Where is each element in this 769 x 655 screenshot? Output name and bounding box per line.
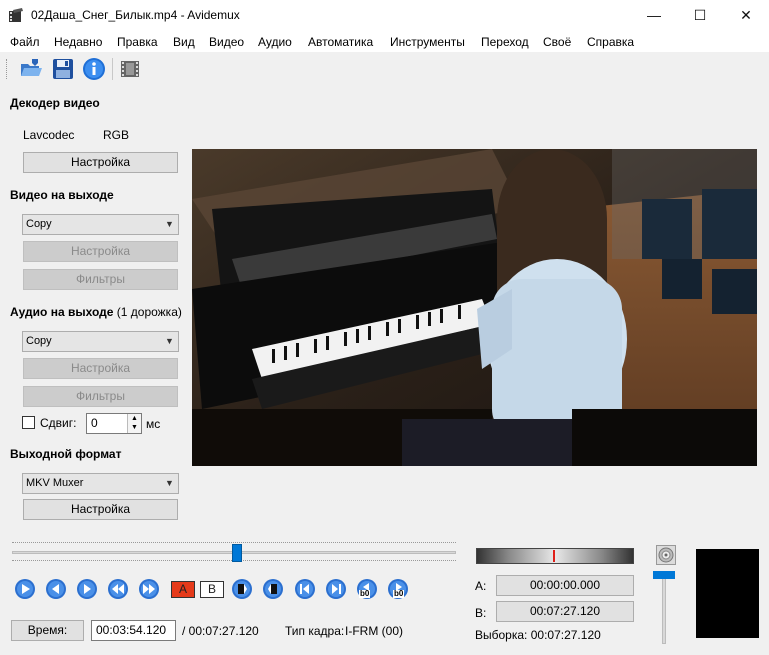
fast-forward-button[interactable] — [138, 578, 160, 600]
audio-config-button[interactable]: Настройка — [23, 358, 178, 379]
video-codec-value: Copy — [26, 218, 52, 230]
prev-cut-point-button[interactable] — [231, 578, 253, 600]
next-frame-button[interactable] — [76, 578, 98, 600]
title-bar: 02Даша_Снег_Билык.mp4 - Avidemux — ☐ ✕ — [0, 0, 769, 31]
video-filters-button[interactable]: Фильтры — [23, 269, 178, 290]
audio-shift-spinner[interactable]: ▲ ▼ — [127, 414, 141, 433]
audio-output-title-text: Аудио на выходе — [10, 305, 114, 319]
toolbar-separator — [112, 58, 113, 80]
go-to-start-button[interactable] — [294, 578, 316, 600]
timeline-thumb[interactable] — [232, 544, 242, 562]
volume-thumb[interactable] — [653, 571, 675, 579]
info-icon[interactable] — [82, 57, 106, 81]
close-button[interactable]: ✕ — [723, 0, 769, 31]
chevron-down-icon: ▼ — [165, 336, 174, 346]
menu-edit[interactable]: Правка — [117, 35, 158, 49]
audio-shift-checkbox[interactable] — [22, 416, 35, 429]
marker-a-icon: A — [171, 581, 195, 598]
selection-duration: Выборка: 00:07:27.120 — [475, 628, 601, 642]
open-folder-icon[interactable] — [19, 57, 43, 81]
prev-black-frame-label: b0 — [359, 589, 371, 598]
marker-b-label: B: — [475, 606, 487, 620]
play-button[interactable] — [14, 578, 36, 600]
menu-auto[interactable]: Автоматика — [308, 35, 373, 49]
marker-a-label: A: — [475, 579, 487, 593]
marker-a-time[interactable]: 00:00:00.000 — [496, 575, 634, 596]
avidemux-app-icon[interactable] — [8, 8, 24, 24]
prev-black-frame-button[interactable]: b0 — [356, 578, 378, 600]
next-black-frame-button[interactable]: b0 — [387, 578, 409, 600]
audio-track-count: (1 дорожка) — [116, 305, 182, 319]
audio-codec-select[interactable]: Copy ▼ — [22, 331, 179, 352]
current-time-input[interactable]: 00:03:54.120 — [91, 620, 176, 641]
save-disk-icon[interactable] — [51, 57, 75, 81]
audio-shift-unit: мс — [146, 417, 161, 431]
audio-codec-value: Copy — [26, 335, 52, 347]
minimize-button[interactable]: — — [631, 0, 677, 31]
toolbar-grip[interactable] — [6, 59, 8, 79]
video-preview — [192, 149, 757, 466]
film-properties-icon[interactable] — [118, 57, 142, 81]
muxer-select[interactable]: MKV Muxer ▼ — [22, 473, 179, 494]
menu-help[interactable]: Справка — [587, 35, 634, 49]
jog-center-marker — [553, 550, 555, 562]
menu-bar: Файл Недавно Правка Вид Видео Аудио Авто… — [0, 31, 769, 52]
menu-custom[interactable]: Своё — [543, 35, 571, 49]
timeline-slider[interactable] — [12, 538, 456, 568]
output-format-title: Выходной формат — [10, 447, 122, 461]
audio-shift-input[interactable]: 0 ▲ ▼ — [86, 413, 142, 434]
menu-view[interactable]: Вид — [173, 35, 195, 49]
selection-duration-value: 00:07:27.120 — [530, 628, 601, 642]
menu-tools[interactable]: Инструменты — [390, 35, 465, 49]
next-cut-point-button[interactable] — [262, 578, 284, 600]
audio-shift-value: 0 — [91, 416, 98, 430]
set-marker-b-button[interactable]: B — [200, 578, 224, 600]
speaker-icon[interactable] — [656, 545, 676, 565]
muxer-value: MKV Muxer — [26, 477, 84, 489]
time-button[interactable]: Время: — [11, 620, 84, 641]
total-time: / 00:07:27.120 — [182, 624, 259, 638]
window-title: 02Даша_Снег_Билык.mp4 - Avidemux — [31, 8, 240, 22]
volume-track — [662, 572, 666, 644]
decoder-config-button[interactable]: Настройка — [23, 152, 178, 173]
video-output-title: Видео на выходе — [10, 188, 114, 202]
volume-slider[interactable] — [652, 568, 678, 646]
menu-file[interactable]: Файл — [10, 35, 40, 49]
set-marker-a-button[interactable]: A — [171, 578, 195, 600]
rewind-button[interactable] — [107, 578, 129, 600]
frame-type-label: Тип кадра: — [285, 624, 345, 638]
decoder-title: Декодер видео — [10, 96, 100, 110]
decoder-colorspace: RGB — [103, 128, 130, 142]
chevron-down-icon: ▼ — [165, 219, 174, 229]
decoder-codec: Lavcodec — [23, 128, 75, 142]
secondary-preview — [696, 549, 759, 638]
menu-go[interactable]: Переход — [481, 35, 529, 49]
audio-output-title: Аудио на выходе (1 дорожка) — [10, 305, 182, 319]
menu-audio[interactable]: Аудио — [258, 35, 292, 49]
menu-video[interactable]: Видео — [209, 35, 244, 49]
prev-frame-button[interactable] — [45, 578, 67, 600]
video-config-button[interactable]: Настройка — [23, 241, 178, 262]
maximize-button[interactable]: ☐ — [677, 0, 723, 31]
muxer-config-button[interactable]: Настройка — [23, 499, 178, 520]
video-frame-image — [192, 149, 757, 466]
go-to-end-button[interactable] — [325, 578, 347, 600]
frame-type-value: I-FRM (00) — [345, 624, 403, 638]
next-black-frame-label: b0 — [393, 589, 405, 598]
selection-duration-label: Выборка: — [475, 628, 528, 642]
marker-b-time[interactable]: 00:07:27.120 — [496, 601, 634, 622]
chevron-down-icon: ▼ — [165, 478, 174, 488]
audio-shift-label: Сдвиг: — [40, 416, 77, 430]
menu-recent[interactable]: Недавно — [54, 35, 102, 49]
marker-b-icon: B — [200, 581, 224, 598]
jog-shuttle[interactable] — [476, 548, 634, 564]
toolbar — [0, 52, 769, 86]
video-codec-select[interactable]: Copy ▼ — [22, 214, 179, 235]
audio-filters-button[interactable]: Фильтры — [23, 386, 178, 407]
